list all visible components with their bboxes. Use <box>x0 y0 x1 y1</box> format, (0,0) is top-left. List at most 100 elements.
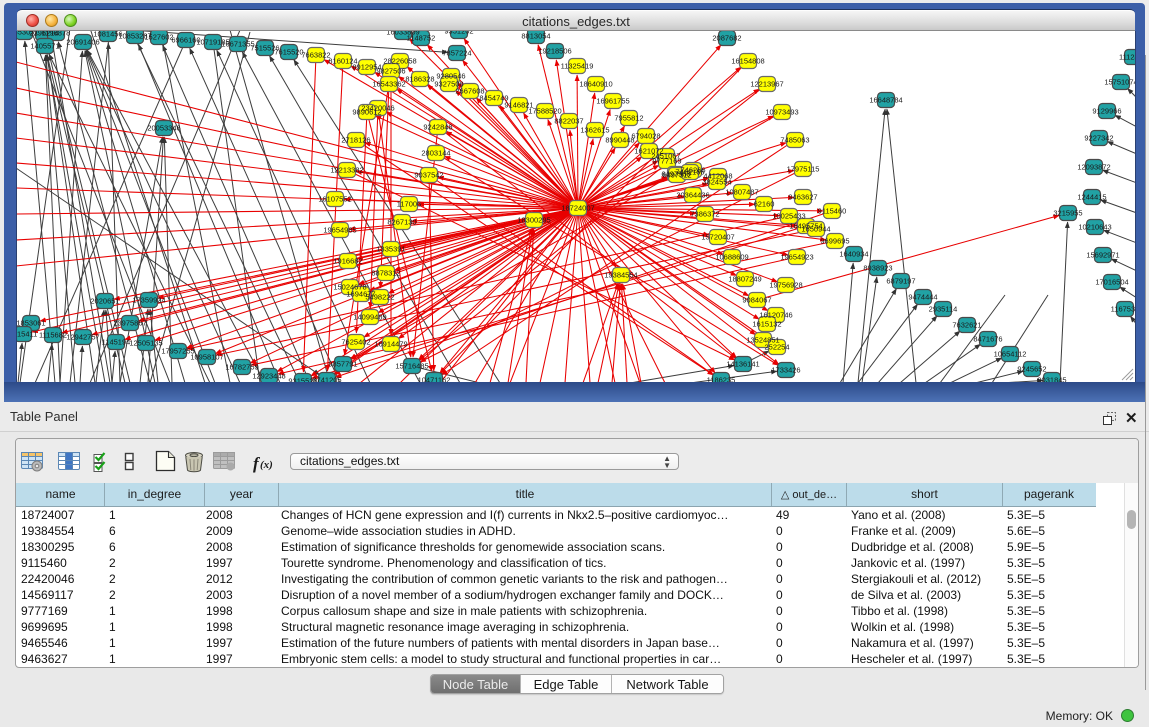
svg-text:117006: 117006 <box>397 200 421 209</box>
svg-text:10688609: 10688609 <box>715 253 748 262</box>
svg-text:1244415: 1244415 <box>1077 193 1106 202</box>
svg-text:7955812: 7955812 <box>614 114 643 123</box>
svg-text:16782759: 16782759 <box>225 363 258 372</box>
svg-text:17975115: 17975115 <box>787 165 820 174</box>
svg-text:9699695: 9699695 <box>820 237 849 246</box>
svg-text:7632621: 7632621 <box>952 321 981 330</box>
svg-text:10210643: 10210643 <box>1078 223 1111 232</box>
svg-text:12093872: 12093872 <box>1077 163 1110 172</box>
svg-text:62160: 62160 <box>754 200 775 209</box>
svg-text:20691406: 20691406 <box>66 38 99 47</box>
svg-text:10471162: 10471162 <box>418 376 451 383</box>
svg-text:18640910: 18640910 <box>579 80 612 89</box>
svg-text:7462166: 7462166 <box>675 168 704 177</box>
svg-text:252254: 252254 <box>764 343 789 352</box>
svg-text:1650944: 1650944 <box>801 225 830 234</box>
svg-text:1112404: 1112404 <box>1119 53 1135 62</box>
svg-text:19654985: 19654985 <box>323 226 356 235</box>
svg-text:20364436: 20364436 <box>676 191 709 200</box>
svg-text:7386372: 7386372 <box>690 210 719 219</box>
svg-text:2087682: 2087682 <box>712 34 741 43</box>
svg-text:10973493: 10973493 <box>765 108 798 117</box>
svg-text:(x): (x) <box>260 459 273 471</box>
svg-text:1916682: 1916682 <box>333 257 362 266</box>
svg-text:10807487: 10807487 <box>725 188 758 197</box>
svg-text:9474444: 9474444 <box>908 293 937 302</box>
svg-text:20053346: 20053346 <box>147 124 180 133</box>
svg-text:16107552: 16107552 <box>318 195 351 204</box>
svg-text:8938923: 8938923 <box>863 264 892 273</box>
svg-text:18300295: 18300295 <box>517 216 550 225</box>
svg-text:8741205: 8741205 <box>312 376 341 383</box>
svg-text:3215955: 3215955 <box>1053 209 1082 218</box>
svg-text:3915411: 3915411 <box>17 330 37 339</box>
svg-text:7663822: 7663822 <box>301 51 330 60</box>
svg-text:8186328: 8186328 <box>405 75 434 84</box>
svg-text:1115682: 1115682 <box>39 331 67 340</box>
svg-text:1167533: 1167533 <box>1111 305 1135 314</box>
svg-text:18724007: 18724007 <box>561 204 594 213</box>
svg-text:9084067: 9084067 <box>742 296 771 305</box>
svg-text:9245652: 9245652 <box>1017 365 1046 374</box>
svg-text:6794028: 6794028 <box>631 132 660 141</box>
svg-text:1335391: 1335391 <box>376 245 405 254</box>
svg-text:15751074: 15751074 <box>1104 78 1135 87</box>
svg-text:2020651: 2020651 <box>90 297 119 306</box>
svg-text:9827506: 9827506 <box>376 67 405 76</box>
svg-text:12505135: 12505135 <box>129 339 162 348</box>
svg-text:10654112: 10654112 <box>994 350 1027 359</box>
svg-text:16154808: 16154808 <box>731 57 764 66</box>
svg-text:1640934: 1640934 <box>839 250 868 259</box>
svg-text:17588520: 17588520 <box>528 107 561 116</box>
svg-text:16961755: 16961755 <box>596 97 629 106</box>
svg-text:12213382: 12213382 <box>330 166 363 175</box>
svg-text:10025433: 10025433 <box>772 212 805 221</box>
svg-text:2935114: 2935114 <box>929 305 958 314</box>
svg-text:9857791: 9857791 <box>328 360 357 369</box>
svg-text:9890612: 9890612 <box>352 108 381 117</box>
svg-text:6879197: 6879197 <box>886 277 915 286</box>
svg-text:16120746: 16120746 <box>759 311 792 320</box>
svg-text:1527602: 1527602 <box>144 33 173 42</box>
svg-text:2718126: 2718126 <box>341 136 370 145</box>
svg-text:9777169: 9777169 <box>652 157 681 166</box>
svg-text:15692971: 15692971 <box>1086 251 1119 260</box>
svg-text:14136141: 14136141 <box>726 360 759 369</box>
svg-text:7857224: 7857224 <box>442 49 471 58</box>
svg-text:19756928: 19756928 <box>769 281 802 290</box>
svg-text:12923448: 12923448 <box>252 372 285 381</box>
svg-text:28226058: 28226058 <box>383 57 416 66</box>
svg-text:8471676: 8471676 <box>973 335 1002 344</box>
svg-text:16648784: 16648784 <box>869 96 902 105</box>
svg-text:14099489: 14099489 <box>353 313 386 322</box>
svg-text:11325419: 11325419 <box>561 62 594 71</box>
svg-text:1148752: 1148752 <box>407 34 436 43</box>
svg-text:9031845: 9031845 <box>1037 376 1066 383</box>
svg-text:9242848: 9242848 <box>423 123 452 132</box>
svg-text:9227342: 9227342 <box>1084 134 1113 143</box>
svg-text:12213967: 12213967 <box>750 80 783 89</box>
svg-text:8267130: 8267130 <box>387 218 416 227</box>
svg-text:8822037: 8822037 <box>554 117 583 126</box>
svg-text:7625402: 7625402 <box>341 338 370 347</box>
svg-text:9463627: 9463627 <box>788 193 817 202</box>
svg-text:15716485: 15716485 <box>395 362 428 371</box>
svg-text:9351202: 9351202 <box>444 31 473 36</box>
svg-text:1733426: 1733426 <box>771 366 800 375</box>
svg-text:1362615: 1362615 <box>580 126 609 135</box>
svg-text:12942757: 12942757 <box>66 333 99 342</box>
svg-text:17359924: 17359924 <box>132 296 165 305</box>
svg-text:8878312: 8878312 <box>371 269 400 278</box>
svg-text:5498222: 5498222 <box>365 293 394 302</box>
svg-text:19654923: 19654923 <box>780 253 813 262</box>
svg-text:7485063: 7485063 <box>780 136 809 145</box>
svg-text:9129966: 9129966 <box>1092 107 1121 116</box>
svg-text:1405571: 1405571 <box>30 42 59 51</box>
svg-text:1145194: 1145194 <box>102 338 131 347</box>
svg-text:8813054: 8813054 <box>521 32 550 41</box>
svg-text:18807249: 18807249 <box>728 275 761 284</box>
svg-text:1615132: 1615132 <box>752 320 781 329</box>
svg-text:23975867: 23975867 <box>113 319 146 328</box>
svg-text:7615520: 7615520 <box>274 48 303 57</box>
svg-text:16543362: 16543362 <box>372 80 405 89</box>
